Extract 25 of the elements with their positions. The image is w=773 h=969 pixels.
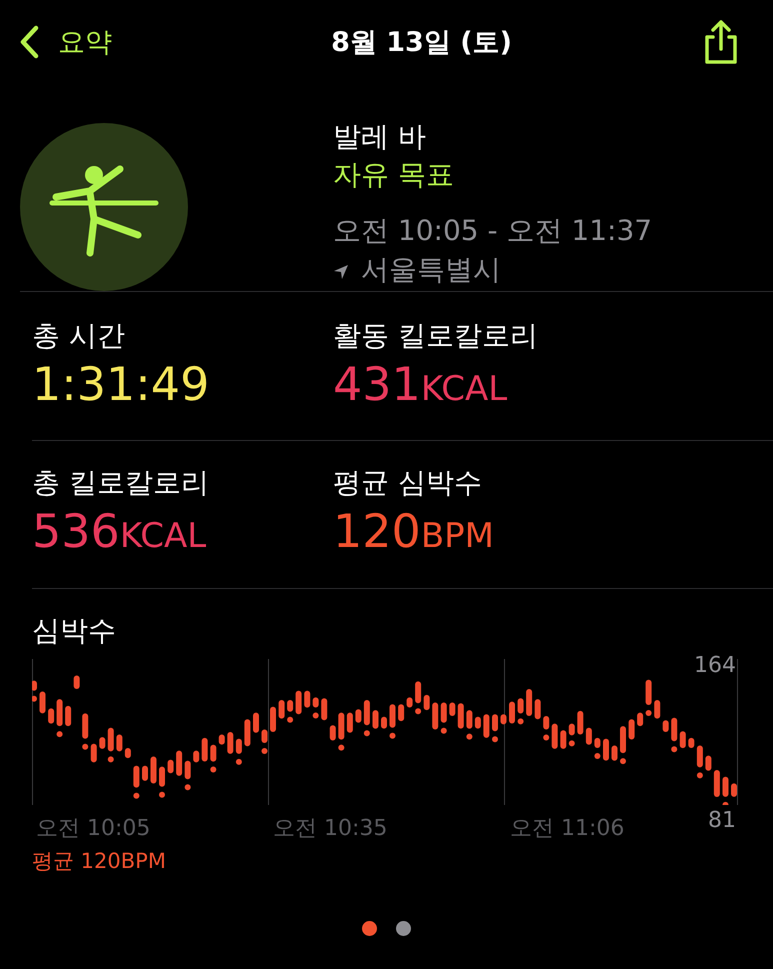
stat-value: 1:31:49 xyxy=(32,356,210,413)
location-label: 서울특별시 xyxy=(361,252,501,288)
time-label: 오전 11:06 xyxy=(509,815,626,843)
location-arrow-icon xyxy=(333,264,349,280)
stat-value: 431 KCAL xyxy=(333,356,508,413)
page-dot[interactable] xyxy=(396,921,411,936)
page-dot[interactable] xyxy=(362,921,377,936)
workout-name: 발레 바 xyxy=(333,119,427,155)
stat-value: 536KCAL xyxy=(32,503,208,560)
workout-goal: 자유 목표 xyxy=(333,157,455,193)
chart-title: 심박수 xyxy=(32,613,117,649)
axis-label: 81 xyxy=(708,808,736,833)
average-label: 평균 120BPM xyxy=(32,848,167,875)
time-label: 오전 10:35 xyxy=(272,815,388,843)
screen-title: 8월 13일 (토) xyxy=(331,26,512,60)
time-range: 오전 10:05 - 오전 11:37 xyxy=(333,213,652,249)
ballet-figure-icon xyxy=(20,123,188,291)
chevron-left-icon xyxy=(18,24,40,60)
stat-value: 120BPM xyxy=(333,503,495,560)
back-button[interactable]: 요약 xyxy=(18,24,112,60)
time-label: 오전 10:05 xyxy=(35,815,152,843)
stat-label: 총 킬로칼로리 xyxy=(32,465,210,501)
stat-label: 평균 심박수 xyxy=(333,465,483,501)
stat-label: 총 시간 xyxy=(32,318,126,354)
stat-label: 활동 킬로칼로리 xyxy=(333,318,539,354)
